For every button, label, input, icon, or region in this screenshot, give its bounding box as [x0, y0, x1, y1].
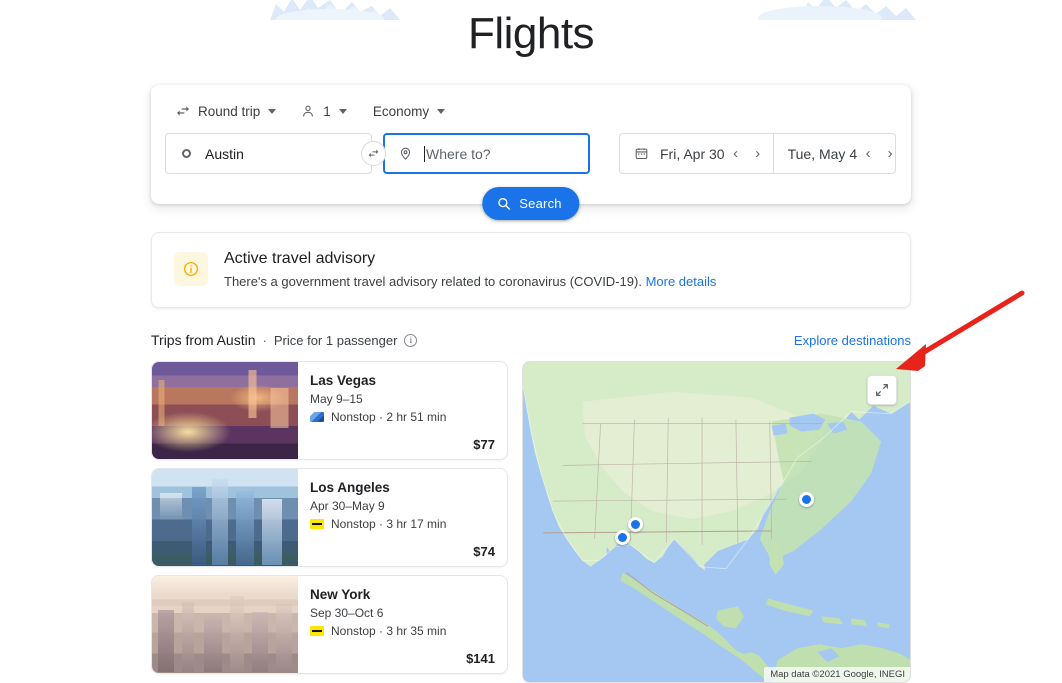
trip-stops: Nonstop · 3 hr 35 min [310, 623, 495, 639]
trip-type-selector[interactable]: Round trip [169, 99, 282, 123]
trip-info: Las Vegas May 9–15 Nonstop · 2 hr 51 min… [298, 362, 507, 459]
expand-map-button[interactable] [867, 375, 897, 405]
explore-destinations-link[interactable]: Explore destinations [794, 333, 911, 348]
trip-dates: Sep 30–Oct 6 [310, 605, 495, 621]
page-title: Flights [0, 6, 1062, 62]
trips-separator: · [263, 333, 267, 348]
person-icon [300, 103, 316, 119]
spirit-logo-icon [310, 519, 324, 529]
calendar-icon [634, 146, 649, 161]
hero-banner: Flights [0, 0, 1062, 72]
trip-price: $74 [473, 544, 495, 559]
trip-city: Los Angeles [310, 479, 495, 496]
advisory-title: Active travel advisory [224, 248, 716, 270]
trip-city: New York [310, 586, 495, 603]
advisory-body: There's a government travel advisory rel… [224, 273, 716, 291]
search-options-row: Round trip 1 Economy [165, 99, 897, 123]
search-button-label: Search [519, 196, 561, 211]
trip-card[interactable]: Los Angeles Apr 30–May 9 Nonstop · 3 hr … [151, 468, 508, 567]
advisory-text-block: Active travel advisory There's a governm… [224, 248, 716, 291]
origin-value: Austin [205, 146, 244, 162]
allegiant-logo-icon [310, 412, 324, 422]
return-date-field[interactable]: Tue, May 4 ‹ › [773, 134, 906, 173]
trip-type-label: Round trip [198, 104, 260, 119]
flight-search-card: Round trip 1 Economy Austin [151, 85, 911, 204]
location-pin-icon [398, 146, 413, 161]
trip-stops-text: Nonstop · 3 hr 17 min [331, 516, 446, 532]
spirit-logo-icon [310, 626, 324, 636]
trip-card[interactable]: New York Sep 30–Oct 6 Nonstop · 3 hr 35 … [151, 575, 508, 674]
return-next-day-button[interactable]: › [879, 139, 901, 169]
page-body: Round trip 1 Economy Austin [0, 85, 1062, 683]
return-prev-day-button[interactable]: ‹ [857, 139, 879, 169]
text-cursor [424, 146, 425, 162]
new-york-thumbnail [152, 576, 298, 673]
trip-stops: Nonstop · 2 hr 51 min [310, 409, 495, 425]
return-date-nav: ‹ › [857, 139, 905, 169]
origin-dot-icon [182, 149, 191, 158]
passenger-selector[interactable]: 1 [294, 99, 353, 123]
swap-origin-destination-button[interactable] [361, 141, 386, 166]
advisory-body-text: There's a government travel advisory rel… [224, 274, 642, 289]
trip-stops-text: Nonstop · 2 hr 51 min [331, 409, 446, 425]
trip-city: Las Vegas [310, 372, 495, 389]
cabin-class-selector[interactable]: Economy [367, 99, 451, 123]
expand-diagonal-icon [874, 382, 890, 398]
departure-prev-day-button[interactable]: ‹ [725, 139, 747, 169]
return-date-value: Tue, May 4 [788, 146, 858, 162]
origin-destination-group: Austin Where to? [165, 133, 590, 174]
trip-info: New York Sep 30–Oct 6 Nonstop · 3 hr 35 … [298, 576, 507, 673]
search-button[interactable]: Search [482, 187, 579, 220]
info-outline-icon [174, 252, 208, 286]
trip-price: $141 [466, 651, 495, 666]
cabin-class-label: Economy [373, 104, 429, 119]
results-area: Las Vegas May 9–15 Nonstop · 2 hr 51 min… [151, 361, 911, 683]
search-fields-row: Austin Where to? [165, 133, 897, 174]
travel-advisory-banner: Active travel advisory There's a governm… [151, 232, 911, 308]
map-attribution: Map data ©2021 Google, INEGI [764, 667, 910, 682]
destination-placeholder: Where to? [426, 146, 491, 162]
info-icon[interactable]: i [404, 334, 417, 347]
trip-stops-text: Nonstop · 3 hr 35 min [331, 623, 446, 639]
map-graphic [523, 362, 910, 682]
departure-date-nav: ‹ › [725, 139, 773, 169]
los-angeles-thumbnail [152, 469, 298, 566]
trip-info: Los Angeles Apr 30–May 9 Nonstop · 3 hr … [298, 469, 507, 566]
trip-card[interactable]: Las Vegas May 9–15 Nonstop · 2 hr 51 min… [151, 361, 508, 460]
trip-cards-list: Las Vegas May 9–15 Nonstop · 2 hr 51 min… [151, 361, 508, 683]
las-vegas-marker[interactable] [628, 517, 643, 532]
date-range-field: Fri, Apr 30 ‹ › Tue, May 4 ‹ › [619, 133, 896, 174]
chevron-down-icon [339, 109, 347, 114]
trip-price: $77 [473, 437, 495, 452]
destination-input[interactable]: Where to? [383, 133, 590, 174]
departure-date-field[interactable]: Fri, Apr 30 ‹ › [620, 134, 773, 173]
content-column: Round trip 1 Economy Austin [151, 85, 911, 683]
chevron-down-icon [268, 109, 276, 114]
swap-horizontal-icon [175, 103, 191, 119]
trips-header: Trips from Austin · Price for 1 passenge… [151, 330, 911, 350]
destinations-map[interactable]: Map data ©2021 Google, INEGI [522, 361, 911, 683]
departure-date-value: Fri, Apr 30 [660, 146, 725, 162]
trip-dates: Apr 30–May 9 [310, 498, 495, 514]
chevron-down-icon [437, 109, 445, 114]
departure-next-day-button[interactable]: › [747, 139, 769, 169]
passenger-count: 1 [323, 104, 331, 119]
las-vegas-thumbnail [152, 362, 298, 459]
trip-dates: May 9–15 [310, 391, 495, 407]
trip-stops: Nonstop · 3 hr 17 min [310, 516, 495, 532]
new-york-marker[interactable] [799, 492, 814, 507]
search-icon [496, 196, 511, 211]
swap-arrows-icon [367, 147, 380, 160]
trips-title: Trips from Austin [151, 332, 256, 348]
los-angeles-marker[interactable] [615, 530, 630, 545]
origin-input[interactable]: Austin [165, 133, 372, 174]
advisory-more-details-link[interactable]: More details [646, 274, 717, 289]
trips-subtitle: Price for 1 passenger [274, 333, 398, 348]
